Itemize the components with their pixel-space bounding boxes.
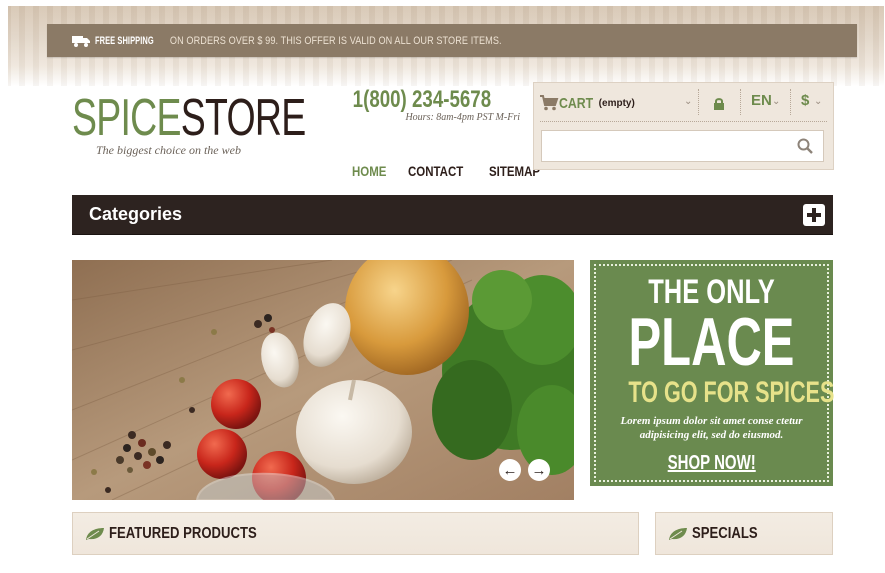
search-input[interactable] [541, 130, 824, 162]
divider [540, 121, 827, 122]
cart-status: (empty) [598, 97, 635, 109]
leaf-icon [86, 527, 104, 540]
cart-icon [540, 95, 559, 111]
logo-wordmark: SPICESTORE [72, 89, 306, 147]
currency-selector[interactable]: $ [801, 92, 809, 109]
logo-part-store: STORE [180, 89, 306, 147]
shipping-highlight: FREE SHIPPING [95, 34, 154, 47]
language-selector[interactable]: EN [751, 92, 772, 109]
chevron-down-icon[interactable]: ⌄ [814, 96, 822, 107]
chevron-down-icon[interactable]: ⌄ [684, 96, 692, 107]
featured-products-header: FEATURED PRODUCTS [72, 512, 639, 555]
arrow-right-icon[interactable]: → [528, 459, 550, 481]
vegetables-photo [72, 260, 574, 500]
truck-icon [72, 35, 90, 47]
cart-label: CART [559, 94, 594, 112]
divider [790, 89, 791, 115]
chevron-down-icon[interactable]: ⌄ [772, 96, 780, 107]
divider [740, 89, 741, 115]
categories-bar[interactable]: Categories [72, 195, 833, 235]
lock-icon[interactable] [713, 97, 725, 110]
divider [698, 89, 699, 115]
plus-icon[interactable] [803, 203, 825, 226]
specials-title: SPECIALS [692, 524, 758, 542]
promo-banner[interactable]: THE ONLY PLACE TO GO FOR SPICES Lorem ip… [590, 260, 835, 486]
nav-item-home[interactable]: HOME [352, 163, 386, 179]
shipping-banner: FREE SHIPPING ON ORDERS OVER $ 99. THIS … [47, 24, 857, 57]
contact-phone-block: 1(800) 234-5678 Hours: 8am-4pm PST M-Fri [348, 86, 520, 123]
search-icon[interactable] [797, 138, 813, 154]
top-navigation: HOME CONTACT SITEMAP [352, 163, 552, 179]
nav-item-contact[interactable]: CONTACT [408, 163, 463, 179]
featured-products-title: FEATURED PRODUCTS [109, 524, 257, 542]
phone-number[interactable]: 1(800) 234-5678 [353, 86, 491, 114]
logo-part-spice: SPICE [72, 89, 181, 147]
arrow-left-icon[interactable]: ← [499, 459, 521, 481]
leaf-icon [669, 527, 687, 540]
specials-header: SPECIALS [655, 512, 833, 555]
hero-slider-image [72, 260, 574, 500]
promo-line-2: PLACE [628, 304, 795, 380]
categories-label: Categories [89, 204, 183, 224]
promo-description: Lorem ipsum dolor sit amet conse ctetur … [620, 415, 803, 441]
shipping-details: ON ORDERS OVER $ 99. THIS OFFER IS VALID… [169, 34, 502, 47]
shop-now-link[interactable]: SHOP NOW! [667, 452, 755, 475]
promo-line-3: TO GO FOR SPICES [628, 376, 835, 409]
cart-panel: CART (empty) ⌄ EN ⌄ $ ⌄ [533, 82, 834, 170]
